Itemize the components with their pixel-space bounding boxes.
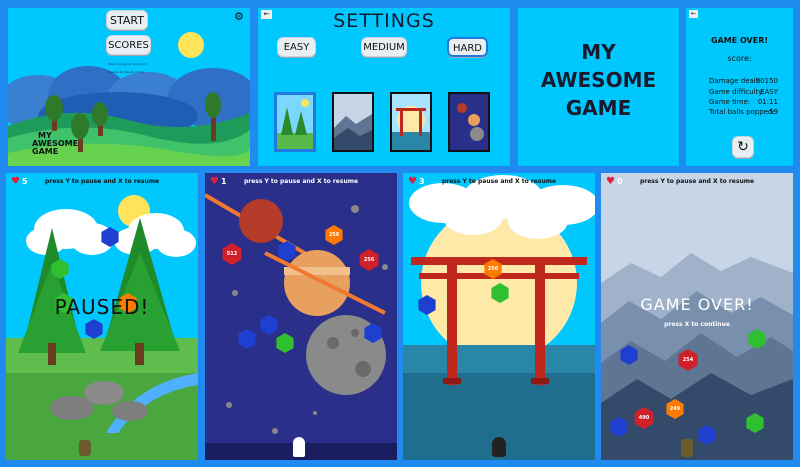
stat-value: 59 xyxy=(769,108,778,116)
game-forest-panel: ♥ 5 press Y to pause and X to resume PAUS… xyxy=(6,173,198,460)
back-arrow-icon[interactable]: ← xyxy=(689,10,698,18)
stat-label: Game time: xyxy=(709,98,751,106)
start-button[interactable]: START xyxy=(106,10,148,30)
theme-space-thumb[interactable] xyxy=(448,92,490,152)
player-character xyxy=(681,439,693,457)
pause-hint: press Y to pause and X to resume xyxy=(441,178,557,185)
theme-torii-thumb[interactable] xyxy=(390,92,432,152)
gameover-title: GAME OVER! xyxy=(710,36,769,45)
stat-value: 30150 xyxy=(755,77,778,85)
logo-line-2: AWESOME xyxy=(540,68,657,92)
stat-value: 01:11 xyxy=(757,98,778,106)
settings-gear-icon[interactable]: ⚙ xyxy=(234,10,244,23)
menu-title-line-3: GAME xyxy=(32,147,59,156)
continue-hint: press X to continue xyxy=(664,321,730,328)
theme-mountains-thumb[interactable] xyxy=(332,92,374,152)
score-label: score: xyxy=(727,54,752,63)
scores-button[interactable]: SCORES xyxy=(106,35,151,55)
main-menu-panel: START SCORES ⚙ Music by Rendy Soundbot S… xyxy=(8,8,250,166)
stat-value: EASY xyxy=(760,88,778,96)
difficulty-easy-button[interactable]: EASY xyxy=(277,37,316,57)
player-rocket xyxy=(293,437,305,457)
restart-icon: ↻ xyxy=(737,139,749,155)
menu-title: MY AWESOME GAME xyxy=(32,132,78,156)
difficulty-hard-button[interactable]: HARD xyxy=(447,37,488,57)
logo-line-1: MY xyxy=(581,40,616,64)
settings-panel: ← SETTINGS EASY MEDIUM HARD xyxy=(258,8,510,166)
game-space-panel: ♥ 1 press Y to pause and X to resume 512 … xyxy=(205,173,397,460)
logo-line-3: GAME xyxy=(565,96,632,120)
gameover-stats-panel: ← GAME OVER! score: Damage dealt: 30150 … xyxy=(686,8,793,166)
player-character xyxy=(79,440,91,456)
pause-hint: press Y to pause and X to resume xyxy=(243,178,359,185)
space-scene xyxy=(205,193,397,460)
player-ninja xyxy=(492,437,506,457)
logo-panel: MY AWESOME GAME xyxy=(518,8,679,166)
restart-button[interactable]: ↻ xyxy=(732,136,754,158)
pause-hint: press Y to pause and X to resume xyxy=(44,178,160,185)
theme-forest-thumb[interactable] xyxy=(274,92,316,152)
game-torii-panel: ♥ 3 press Y to pause and X to resume 256 xyxy=(403,173,595,460)
logo-title: MY AWESOME GAME xyxy=(518,38,679,122)
paused-overlay-text: PAUSED! xyxy=(54,295,150,319)
credits-line-2: Sounds by Nikolai Chain xyxy=(108,70,145,74)
gameover-overlay-text: GAME OVER! xyxy=(640,295,754,314)
pause-hint: press Y to pause and X to resume xyxy=(639,178,755,185)
mountains-scene xyxy=(601,253,793,460)
difficulty-medium-button[interactable]: MEDIUM xyxy=(361,37,407,57)
game-mountains-panel: ♥ 0 press Y to pause and X to resume GAME… xyxy=(601,173,793,460)
torii-scene xyxy=(403,175,595,460)
settings-title: SETTINGS xyxy=(333,10,435,32)
credits-line-1: Music by Rendy Soundbot xyxy=(108,62,147,66)
